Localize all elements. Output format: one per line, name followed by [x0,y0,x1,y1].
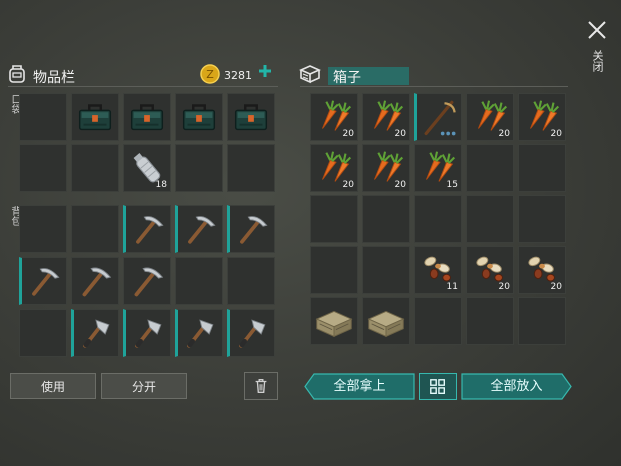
backpack-slot[interactable] [19,309,67,357]
chest-slot[interactable] [518,144,566,192]
chest-slot[interactable]: 20 [310,93,358,141]
chest-slot[interactable] [362,246,410,294]
chest-slot[interactable] [466,297,514,345]
backpack-slot[interactable] [227,257,275,305]
chest-slot[interactable] [466,195,514,243]
chest-slot[interactable] [310,246,358,294]
chest-slot[interactable] [518,297,566,345]
item-count: 15 [446,180,458,190]
item-count: 20 [498,129,510,139]
backpack-slot[interactable] [123,309,171,357]
sort-button[interactable] [419,373,457,400]
item-count: 20 [394,129,406,139]
backpack-slot[interactable] [123,205,171,253]
split-button[interactable]: 分开 [101,373,187,399]
pocket-slot[interactable] [19,144,67,192]
chest-slot[interactable] [466,144,514,192]
backpack-slot[interactable] [71,257,119,305]
chest-slot[interactable]: 20 [518,93,566,141]
pocket-slot[interactable] [71,144,119,192]
close-label: 关闭 [591,50,604,72]
chest-slot[interactable] [362,195,410,243]
item-count: 18 [155,180,167,190]
item-count: 20 [342,129,354,139]
close-icon [588,21,606,39]
backpack-slot[interactable] [123,257,171,305]
add-coins-button[interactable] [257,63,273,79]
pocket-slot[interactable] [227,93,275,141]
chest-slot[interactable]: 15 [414,144,462,192]
chest-slot[interactable] [414,93,462,141]
trash-icon [255,379,267,393]
chest-header-line [300,86,568,87]
put-all-button[interactable]: 全部放入 [461,373,572,400]
pocket-slot[interactable] [175,93,223,141]
coin-icon: Z [200,64,220,84]
backpack-slot[interactable] [227,205,275,253]
pocket-slot[interactable] [71,93,119,141]
pocket-slot[interactable] [19,93,67,141]
chest-slot[interactable] [310,297,358,345]
backpack-slot[interactable] [227,309,275,357]
item-count: 20 [550,129,562,139]
item-count: 11 [446,282,458,292]
chest-slot[interactable]: 11 [414,246,462,294]
pocket-slot[interactable] [123,93,171,141]
chest-slot[interactable] [310,195,358,243]
item-count: 20 [394,180,406,190]
coin-count: 3281 [224,69,252,82]
chest-slot[interactable] [518,195,566,243]
put-all-label: 全部放入 [490,379,543,394]
item-count: 20 [498,282,510,292]
chest-title: 箱子 [333,70,361,86]
backpack-slot[interactable] [175,257,223,305]
chest-slot[interactable]: 20 [466,246,514,294]
chest-slot[interactable]: 20 [310,144,358,192]
chest-slot[interactable]: 20 [362,93,410,141]
svg-text:Z: Z [206,68,214,81]
backpack-icon [6,62,28,84]
backpack-slot[interactable] [175,309,223,357]
chest-slot[interactable]: 20 [362,144,410,192]
chest-slot[interactable] [414,297,462,345]
grid-sort-icon [430,379,445,394]
chest-slot[interactable]: 20 [466,93,514,141]
chest-slot[interactable] [362,297,410,345]
item-count: 20 [550,282,562,292]
item-count: 20 [342,180,354,190]
backpack-slot[interactable] [19,205,67,253]
use-button[interactable]: 使用 [10,373,96,399]
pocket-slot[interactable] [227,144,275,192]
take-all-label: 全部拿上 [333,379,386,394]
pocket-slot[interactable]: 18 [123,144,171,192]
chest-icon [298,62,322,86]
backpack-slot[interactable] [175,205,223,253]
backpack-slot[interactable] [19,257,67,305]
chest-slot[interactable]: 20 [518,246,566,294]
backpack-slot[interactable] [71,309,119,357]
inventory-title: 物品栏 [33,70,75,86]
plus-icon [259,65,271,77]
inventory-header-line [8,86,278,87]
chest-slot[interactable] [414,195,462,243]
take-all-button[interactable]: 全部拿上 [304,373,415,400]
trash-button[interactable] [244,372,278,400]
backpack-slot[interactable] [71,205,119,253]
close-button[interactable]: 关闭 [583,16,611,80]
pocket-slot[interactable] [175,144,223,192]
